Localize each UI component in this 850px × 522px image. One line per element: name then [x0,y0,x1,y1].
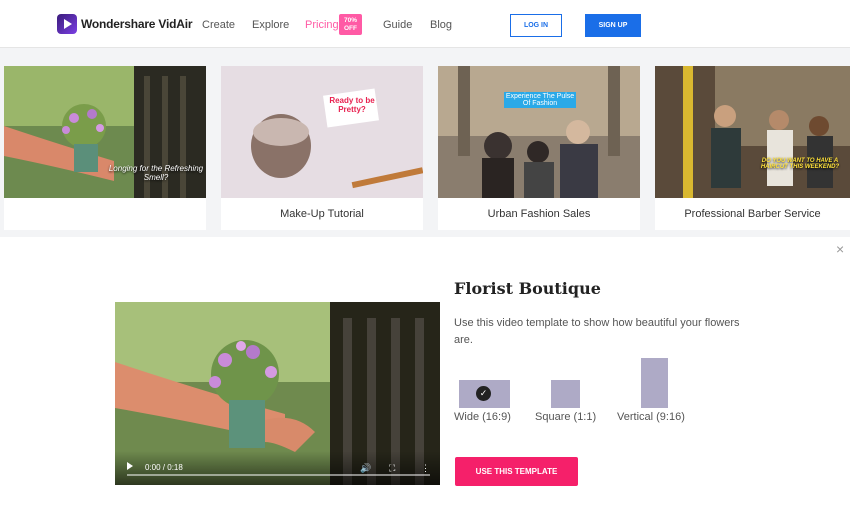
template-card-makeup[interactable]: Ready to be Pretty? Make-Up Tutorial [221,66,423,230]
template-video-player[interactable]: 0:00 / 0:18 🔊 ⛶ ⋮ [115,302,440,485]
template-title: Make-Up Tutorial [280,208,364,220]
brand-name: Wondershare VidAir [81,17,193,31]
template-thumbnail[interactable]: Experience The Pulse Of Fashion [438,66,640,198]
template-thumbnail[interactable]: Longing for the Refreshing Smell? [4,66,206,198]
volume-icon[interactable]: 🔊 [360,463,371,474]
nav-guide[interactable]: Guide [383,19,412,31]
more-options-icon[interactable]: ⋮ [421,463,430,474]
ratio-option-wide[interactable]: ✓ [459,380,510,408]
ratio-label-vertical[interactable]: Vertical (9:16) [617,411,685,423]
top-nav: Wondershare VidAir Create Explore Pricin… [0,0,850,48]
template-title: Urban Fashion Sales [487,208,591,220]
makeup-thumbnail-image [221,66,423,198]
ratio-label-wide[interactable]: Wide (16:9) [454,411,511,423]
fullscreen-icon[interactable]: ⛶ [389,463,395,474]
thumbnail-overlay-text: DO YOU WANT TO HAVE A HAIRCUT THIS WEEKE… [760,158,840,170]
fashion-thumbnail-image [438,66,640,198]
ratio-option-vertical[interactable] [641,358,668,408]
login-button[interactable]: LOG IN [510,14,562,37]
check-icon: ✓ [476,386,491,401]
pricing-discount-badge: 70% OFF [339,14,362,35]
vidair-logo-icon [57,14,77,34]
barber-thumbnail-image [655,66,850,198]
template-card-florist[interactable]: Longing for the Refreshing Smell? [4,66,206,230]
template-title: Professional Barber Service [684,208,821,220]
close-icon[interactable]: × [836,241,844,257]
thumbnail-overlay-text: Ready to be Pretty? [329,96,375,114]
thumbnail-overlay-text: Experience The Pulse Of Fashion [504,92,576,108]
nav-pricing[interactable]: Pricing [305,19,339,31]
video-time: 0:00 / 0:18 [145,463,183,472]
signup-button[interactable]: SIGN UP [585,14,641,37]
ratio-option-square[interactable] [551,380,580,408]
video-progress-track[interactable] [127,474,430,476]
template-card-fashion[interactable]: Experience The Pulse Of Fashion Urban Fa… [438,66,640,230]
template-thumbnail[interactable]: DO YOU WANT TO HAVE A HAIRCUT THIS WEEKE… [655,66,850,198]
play-icon[interactable] [127,462,133,470]
template-thumbnail[interactable]: Ready to be Pretty? [221,66,423,198]
use-template-button[interactable]: USE THIS TEMPLATE [455,457,578,486]
nav-blog[interactable]: Blog [430,19,452,31]
template-detail-title: Florist Boutique [454,279,601,298]
brand-logo[interactable]: Wondershare VidAir [57,14,193,34]
ratio-label-square[interactable]: Square (1:1) [535,411,596,423]
template-detail-panel: × 0:00 / 0:18 🔊 ⛶ ⋮ Florist Boutique Use… [0,237,850,522]
thumbnail-overlay-text: Longing for the Refreshing Smell? [108,164,204,182]
nav-create[interactable]: Create [202,19,235,31]
template-detail-description: Use this video template to show how beau… [454,317,740,346]
template-card-barber[interactable]: DO YOU WANT TO HAVE A HAIRCUT THIS WEEKE… [655,66,850,230]
nav-explore[interactable]: Explore [252,19,289,31]
